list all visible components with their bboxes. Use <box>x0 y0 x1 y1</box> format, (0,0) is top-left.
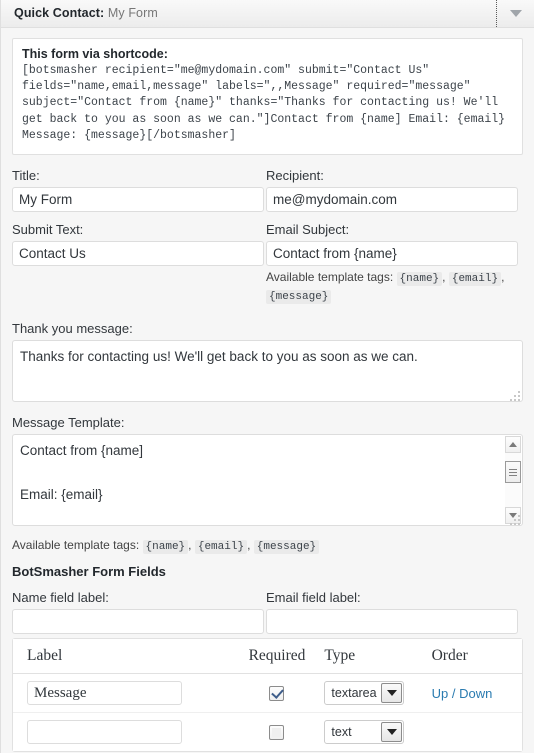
scroll-track[interactable] <box>505 453 521 508</box>
shortcode-heading: This form via shortcode: <box>22 47 168 61</box>
template-field-group: Message Template: Available template <box>12 415 523 555</box>
form-fields-heading: BotSmasher Form Fields <box>12 564 166 580</box>
field-labels-row: Name field label: Email field label: <box>12 590 523 635</box>
widget-title-prefix: Quick Contact: <box>14 6 105 21</box>
tag-name: {name} <box>142 540 189 555</box>
field-type-value: text <box>331 725 352 740</box>
page-title: Quick Contact: My Form <box>1 7 158 20</box>
move-up-link[interactable]: Up <box>432 686 449 701</box>
move-down-link[interactable]: Down <box>459 686 492 701</box>
arrow-down-icon <box>509 513 517 519</box>
widget-title-name: My Form <box>107 6 158 21</box>
scroll-thumb[interactable] <box>505 461 521 484</box>
title-input[interactable] <box>12 187 264 213</box>
title-field-group: Title: <box>12 168 264 213</box>
row-required-cell <box>229 674 325 714</box>
form-fields-table: Label Required Type Order text <box>12 638 523 753</box>
submit-subject-row: Submit Text: Email Subject: Available te… <box>12 222 523 309</box>
row-type-cell: text <box>324 713 432 752</box>
name-field-label-group: Name field label: <box>12 590 264 635</box>
tags-prefix: Available template tags: <box>266 270 394 285</box>
chevron-down-icon <box>381 683 403 704</box>
row-order-cell <box>431 713 522 752</box>
title-label: Title: <box>12 168 40 184</box>
field-label-input[interactable] <box>27 720 182 745</box>
scroll-up-button[interactable] <box>505 436 521 454</box>
field-type-value: textarea <box>331 686 377 701</box>
tag-comma-3: , <box>188 538 192 553</box>
title-recipient-row: Title: Recipient: <box>12 168 523 222</box>
field-type-select[interactable]: textarea <box>324 681 405 706</box>
field-type-select[interactable]: text <box>324 720 405 745</box>
email-field-label-group: Email field label: <box>266 590 518 635</box>
tag-message: {message} <box>253 540 320 555</box>
email-subject-label: Email Subject: <box>266 222 350 238</box>
widget-panel: Quick Contact: My Form This form via sho… <box>0 0 534 753</box>
table-row: text <box>13 713 522 752</box>
tags-prefix: Available template tags: <box>12 538 140 553</box>
thanks-field-group: Thank you message: <box>12 321 523 405</box>
widget-header[interactable]: Quick Contact: My Form <box>1 0 534 28</box>
name-field-label: Name field label: <box>12 590 109 606</box>
column-header-type: Type <box>324 639 432 675</box>
widget-body: This form via shortcode: [botsmasher rec… <box>1 28 534 753</box>
recipient-input[interactable] <box>266 187 518 213</box>
name-field-input[interactable] <box>12 609 264 635</box>
template-tags-line: Available template tags: {name}, {email}… <box>12 537 523 555</box>
tag-comma-4: , <box>247 538 251 553</box>
row-required-cell <box>229 713 325 752</box>
subject-template-tags: Available template tags: {name}, {email}… <box>266 269 518 305</box>
submit-text-field-group: Submit Text: <box>12 222 264 309</box>
arrow-up-icon <box>509 442 517 448</box>
tag-comma-1: , <box>442 270 446 285</box>
row-label-cell <box>13 713 230 752</box>
order-separator: / <box>451 685 456 701</box>
required-checkbox[interactable] <box>269 725 285 741</box>
recipient-field-group: Recipient: <box>266 168 518 213</box>
email-subject-input[interactable] <box>266 241 518 267</box>
column-header-label: Label <box>13 639 230 675</box>
email-field-input[interactable] <box>266 609 518 635</box>
chevron-down-icon <box>509 10 522 17</box>
email-field-label: Email field label: <box>266 590 361 606</box>
table-row: textarea Up / Down <box>13 674 522 714</box>
template-scrollbar[interactable] <box>505 436 521 525</box>
tag-email: {email} <box>448 272 502 287</box>
table-header-row: Label Required Type Order <box>13 639 522 675</box>
row-type-cell: textarea <box>324 674 432 714</box>
template-textarea[interactable] <box>12 434 523 527</box>
required-checkbox[interactable] <box>269 686 285 702</box>
template-label: Message Template: <box>12 415 125 431</box>
submit-text-input[interactable] <box>12 241 264 267</box>
template-textarea-wrap <box>12 434 523 529</box>
recipient-label: Recipient: <box>266 168 324 184</box>
chevron-down-icon <box>381 722 403 743</box>
shortcode-text: [botsmasher recipient="me@mydomain.com" … <box>22 64 512 142</box>
submit-text-label: Submit Text: <box>12 222 84 238</box>
row-label-cell <box>13 674 230 714</box>
tag-message: {message} <box>266 290 332 305</box>
thanks-textarea-wrap <box>12 340 523 405</box>
tag-email: {email} <box>194 540 248 555</box>
email-subject-field-group: Email Subject: Available template tags: … <box>266 222 518 309</box>
row-order-cell: Up / Down <box>431 674 522 714</box>
column-header-required: Required <box>229 639 325 675</box>
scroll-down-button[interactable] <box>505 507 521 525</box>
tag-name: {name} <box>396 272 443 287</box>
column-header-order: Order <box>431 639 522 675</box>
widget-toggle-button[interactable] <box>496 0 534 27</box>
thanks-textarea[interactable] <box>12 340 523 403</box>
shortcode-box: This form via shortcode: [botsmasher rec… <box>12 38 523 156</box>
field-label-input[interactable] <box>27 681 182 706</box>
thanks-label: Thank you message: <box>12 321 133 337</box>
tag-comma-2: , <box>501 270 505 285</box>
